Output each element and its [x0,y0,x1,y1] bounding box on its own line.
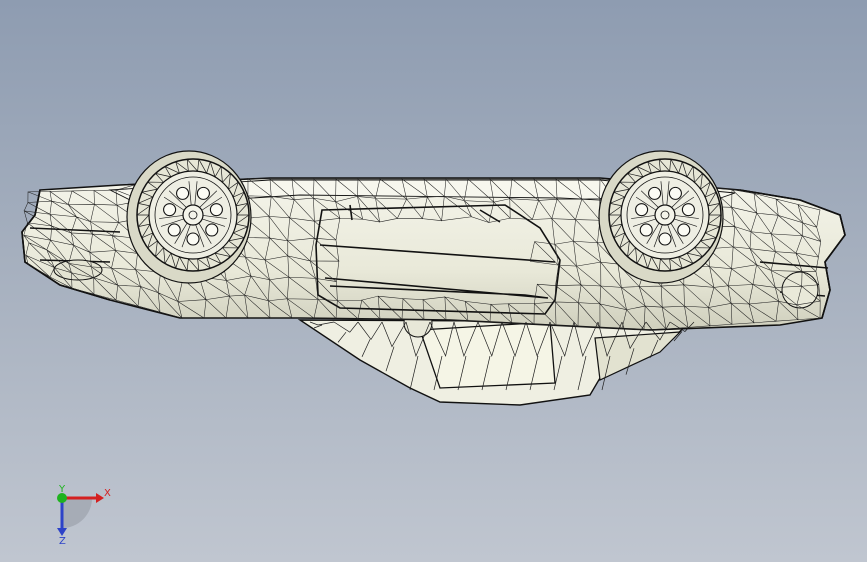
triad-z-label: Z [59,536,66,547]
front-wheel [126,150,252,284]
triad-x-arrow [96,493,104,503]
rear-wheel [598,150,724,284]
triad-z-arrow [57,528,67,536]
coordinate-triad: X Y Z [57,484,111,547]
graphics-viewport[interactable]: X Y Z [0,0,867,562]
triad-y-label: Y [58,484,66,495]
car-model-wireframe[interactable]: X Y Z [0,0,867,562]
rear-window-panel [594,331,682,381]
triad-shadow [62,498,92,528]
triad-x-label: X [104,488,111,499]
windshield-panel [419,321,556,389]
